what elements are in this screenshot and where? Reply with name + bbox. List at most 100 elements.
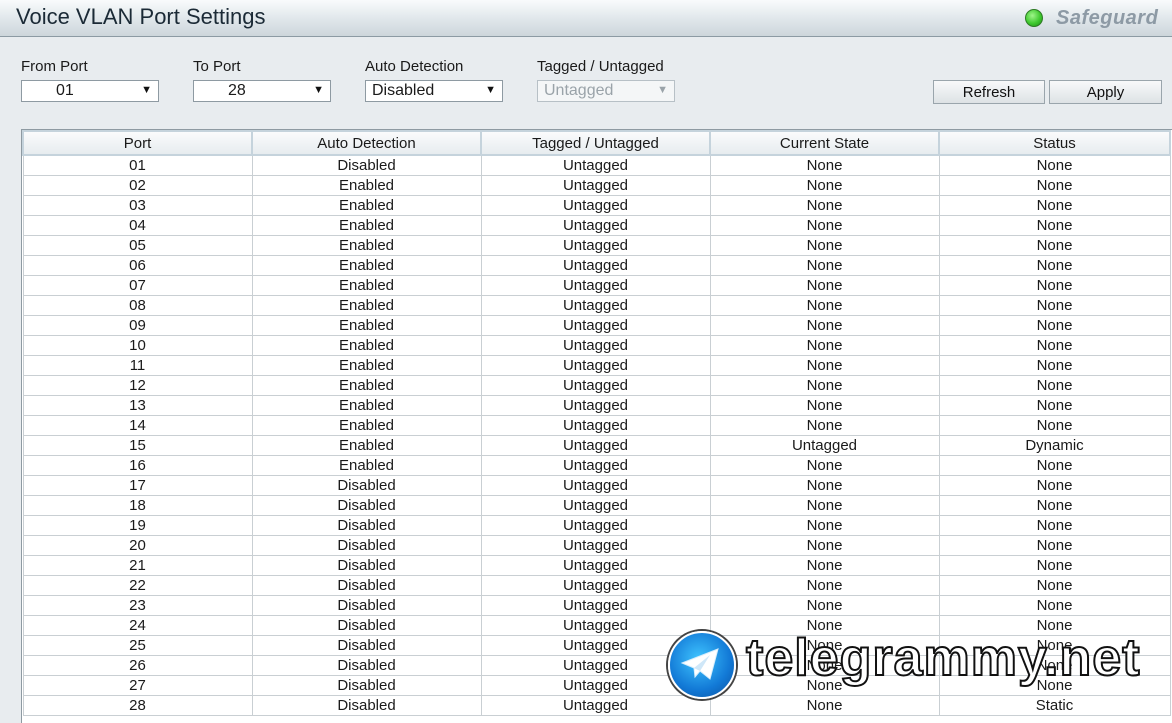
- cell-status: None: [938, 235, 1171, 256]
- table-row: 14 Enabled Untagged None None: [22, 415, 1171, 436]
- from-port-field: From Port: [21, 58, 88, 78]
- auto-detection-value: Disabled: [372, 82, 435, 99]
- cell-current-state: None: [709, 195, 940, 216]
- watermark: telegrammy.net: [668, 628, 1168, 699]
- from-port-value: 01: [56, 82, 74, 99]
- table-row: 09 Enabled Untagged None None: [22, 315, 1171, 336]
- from-port-select[interactable]: 01 ▼: [21, 80, 159, 102]
- cell-auto-detection: Enabled: [251, 175, 482, 196]
- cell-status: None: [938, 275, 1171, 296]
- cell-auto-detection: Enabled: [251, 375, 482, 396]
- cell-status: Static: [938, 695, 1171, 716]
- table-row: 23 Disabled Untagged None None: [22, 595, 1171, 616]
- cell-port: 13: [22, 395, 253, 416]
- cell-current-state: Untagged: [709, 435, 940, 456]
- to-port-value: 28: [228, 82, 246, 99]
- cell-auto-detection: Enabled: [251, 295, 482, 316]
- table-row: 05 Enabled Untagged None None: [22, 235, 1171, 256]
- table-row: 07 Enabled Untagged None None: [22, 275, 1171, 296]
- cell-current-state: None: [709, 154, 940, 176]
- cell-tagged-untagged: Untagged: [480, 295, 711, 316]
- to-port-select[interactable]: 28 ▼: [193, 80, 331, 102]
- cell-port: 19: [22, 515, 253, 536]
- cell-auto-detection: Enabled: [251, 215, 482, 236]
- cell-auto-detection: Enabled: [251, 395, 482, 416]
- table-row: 22 Disabled Untagged None None: [22, 575, 1171, 596]
- cell-current-state: None: [709, 395, 940, 416]
- cell-tagged-untagged: Untagged: [480, 395, 711, 416]
- table-row: 18 Disabled Untagged None None: [22, 495, 1171, 516]
- cell-current-state: None: [709, 515, 940, 536]
- cell-status: None: [938, 315, 1171, 336]
- cell-tagged-untagged: Untagged: [480, 275, 711, 296]
- chevron-down-icon: ▼: [657, 84, 668, 96]
- cell-tagged-untagged: Untagged: [480, 375, 711, 396]
- column-header-status: Status: [938, 130, 1171, 156]
- cell-auto-detection: Disabled: [251, 675, 482, 696]
- cell-port: 23: [22, 595, 253, 616]
- cell-port: 22: [22, 575, 253, 596]
- cell-port: 17: [22, 475, 253, 496]
- cell-tagged-untagged: Untagged: [480, 515, 711, 536]
- cell-port: 28: [22, 695, 253, 716]
- cell-tagged-untagged: Untagged: [480, 495, 711, 516]
- safeguard-status-icon: [1025, 9, 1043, 27]
- cell-auto-detection: Enabled: [251, 255, 482, 276]
- cell-auto-detection: Disabled: [251, 495, 482, 516]
- cell-port: 14: [22, 415, 253, 436]
- refresh-button[interactable]: Refresh: [933, 80, 1045, 104]
- cell-port: 18: [22, 495, 253, 516]
- cell-port: 27: [22, 675, 253, 696]
- cell-tagged-untagged: Untagged: [480, 535, 711, 556]
- auto-detection-select[interactable]: Disabled ▼: [365, 80, 503, 102]
- cell-current-state: None: [709, 275, 940, 296]
- cell-status: None: [938, 175, 1171, 196]
- cell-current-state: None: [709, 415, 940, 436]
- cell-tagged-untagged: Untagged: [480, 475, 711, 496]
- cell-auto-detection: Disabled: [251, 535, 482, 556]
- cell-status: None: [938, 415, 1171, 436]
- cell-current-state: None: [709, 695, 940, 716]
- cell-auto-detection: Enabled: [251, 355, 482, 376]
- cell-current-state: None: [709, 175, 940, 196]
- cell-port: 02: [22, 175, 253, 196]
- cell-current-state: None: [709, 455, 940, 476]
- tagged-untagged-label: Tagged / Untagged: [537, 58, 664, 75]
- cell-current-state: None: [709, 555, 940, 576]
- cell-status: None: [938, 595, 1171, 616]
- cell-port: 05: [22, 235, 253, 256]
- cell-tagged-untagged: Untagged: [480, 355, 711, 376]
- cell-auto-detection: Disabled: [251, 475, 482, 496]
- tagged-untagged-value: Untagged: [544, 82, 614, 99]
- cell-auto-detection: Disabled: [251, 655, 482, 676]
- cell-status: None: [938, 375, 1171, 396]
- cell-port: 08: [22, 295, 253, 316]
- table-row: 28 Disabled Untagged None Static: [22, 695, 1171, 716]
- cell-port: 15: [22, 435, 253, 456]
- cell-current-state: None: [709, 235, 940, 256]
- cell-current-state: None: [709, 475, 940, 496]
- column-header-auto-detection: Auto Detection: [251, 130, 482, 156]
- cell-auto-detection: Enabled: [251, 455, 482, 476]
- cell-status: None: [938, 575, 1171, 596]
- table-row: 15 Enabled Untagged Untagged Dynamic: [22, 435, 1171, 456]
- cell-auto-detection: Disabled: [251, 575, 482, 596]
- cell-auto-detection: Enabled: [251, 195, 482, 216]
- cell-current-state: None: [709, 575, 940, 596]
- table-row: 17 Disabled Untagged None None: [22, 475, 1171, 496]
- cell-port: 06: [22, 255, 253, 276]
- cell-auto-detection: Enabled: [251, 335, 482, 356]
- cell-tagged-untagged: Untagged: [480, 595, 711, 616]
- table-row: 04 Enabled Untagged None None: [22, 215, 1171, 236]
- cell-status: None: [938, 475, 1171, 496]
- cell-tagged-untagged: Untagged: [480, 555, 711, 576]
- cell-port: 03: [22, 195, 253, 216]
- watermark-text: telegrammy.net: [745, 628, 1141, 688]
- apply-button[interactable]: Apply: [1049, 80, 1162, 104]
- cell-port: 26: [22, 655, 253, 676]
- cell-port: 24: [22, 615, 253, 636]
- chevron-down-icon: ▼: [313, 84, 324, 96]
- cell-status: None: [938, 455, 1171, 476]
- cell-tagged-untagged: Untagged: [480, 415, 711, 436]
- cell-auto-detection: Disabled: [251, 555, 482, 576]
